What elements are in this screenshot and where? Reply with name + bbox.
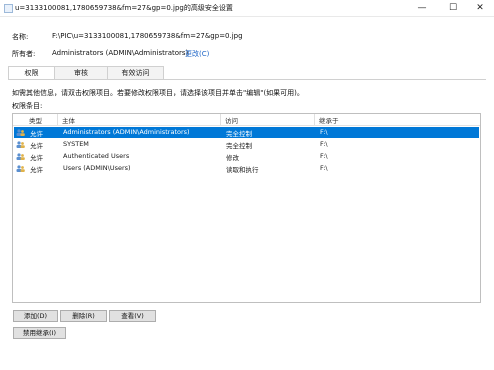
row-principal: Authenticated Users: [63, 152, 130, 160]
row-access: 修改: [226, 154, 239, 162]
user-group-icon: [16, 141, 25, 148]
table-row[interactable]: 允许 SYSTEM 完全控制 F:\: [14, 139, 479, 150]
row-inherited: F:\: [320, 164, 328, 172]
tab-auditing[interactable]: 审核: [54, 66, 108, 79]
row-type: 允许: [30, 154, 43, 162]
remove-button[interactable]: 删除(R): [60, 310, 107, 322]
col-inherited-header[interactable]: 继承于: [319, 115, 339, 125]
user-group-icon: [16, 153, 25, 160]
owner-label: 所有者:: [12, 50, 36, 58]
user-group-icon: [16, 165, 25, 172]
change-owner-link[interactable]: 更改(C): [185, 49, 209, 59]
row-type: 允许: [30, 130, 43, 138]
row-principal: Users (ADMIN\Users): [63, 164, 131, 172]
row-principal: Administrators (ADMIN\Administrators): [63, 128, 190, 136]
hint-text: 如需其他信息，请双击权限项目。若要修改权限项目，请选择该项目并单击"编辑"(如果…: [12, 89, 304, 97]
add-button[interactable]: 添加(D): [13, 310, 58, 322]
table-header: 类型 主体 访问 继承于: [13, 114, 480, 126]
row-principal: SYSTEM: [63, 140, 89, 148]
name-label: 名称:: [12, 33, 29, 41]
row-type: 允许: [30, 142, 43, 150]
owner-value: Administrators (ADMIN\Administrators): [52, 49, 189, 57]
row-inherited: F:\: [320, 152, 328, 160]
view-button[interactable]: 查看(V): [109, 310, 156, 322]
disable-inheritance-button[interactable]: 禁用继承(I): [13, 327, 66, 339]
row-access: 读取和执行: [226, 166, 259, 174]
column-divider: [220, 114, 221, 125]
window-title: u=3133100081,1780659738&fm=27&gp=0.jpg的高…: [15, 4, 233, 12]
title-bar: u=3133100081,1780659738&fm=27&gp=0.jpg的高…: [0, 0, 494, 17]
permission-entries-table: 类型 主体 访问 继承于 允许 Administrators (ADMIN\Ad…: [12, 113, 481, 303]
row-access: 完全控制: [226, 142, 252, 150]
row-type: 允许: [30, 166, 43, 174]
table-row[interactable]: 允许 Users (ADMIN\Users) 读取和执行 F:\: [14, 163, 479, 174]
advanced-security-window: u=3133100081,1780659738&fm=27&gp=0.jpg的高…: [0, 0, 494, 370]
window-icon: [4, 4, 13, 13]
row-inherited: F:\: [320, 128, 328, 136]
col-principal-header[interactable]: 主体: [62, 115, 75, 125]
column-divider: [314, 114, 315, 125]
entries-label: 权限条目:: [12, 102, 43, 110]
table-row[interactable]: 允许 Administrators (ADMIN\Administrators)…: [14, 127, 479, 138]
user-group-icon: [16, 129, 25, 136]
tab-effective-access[interactable]: 有效访问: [107, 66, 164, 79]
column-divider: [57, 114, 58, 125]
col-access-header[interactable]: 访问: [225, 115, 238, 125]
close-icon[interactable]: ✕: [468, 0, 492, 16]
maximize-icon[interactable]: ☐: [441, 0, 465, 16]
tab-divider: [8, 79, 486, 80]
row-inherited: F:\: [320, 140, 328, 148]
table-row[interactable]: 允许 Authenticated Users 修改 F:\: [14, 151, 479, 162]
row-access: 完全控制: [226, 130, 252, 138]
col-type-header[interactable]: 类型: [29, 115, 42, 125]
minimize-icon[interactable]: —: [410, 0, 434, 16]
tab-permissions[interactable]: 权限: [8, 66, 55, 80]
name-value: F:\PIC\u=3133100081,1780659738&fm=27&gp=…: [52, 32, 243, 40]
